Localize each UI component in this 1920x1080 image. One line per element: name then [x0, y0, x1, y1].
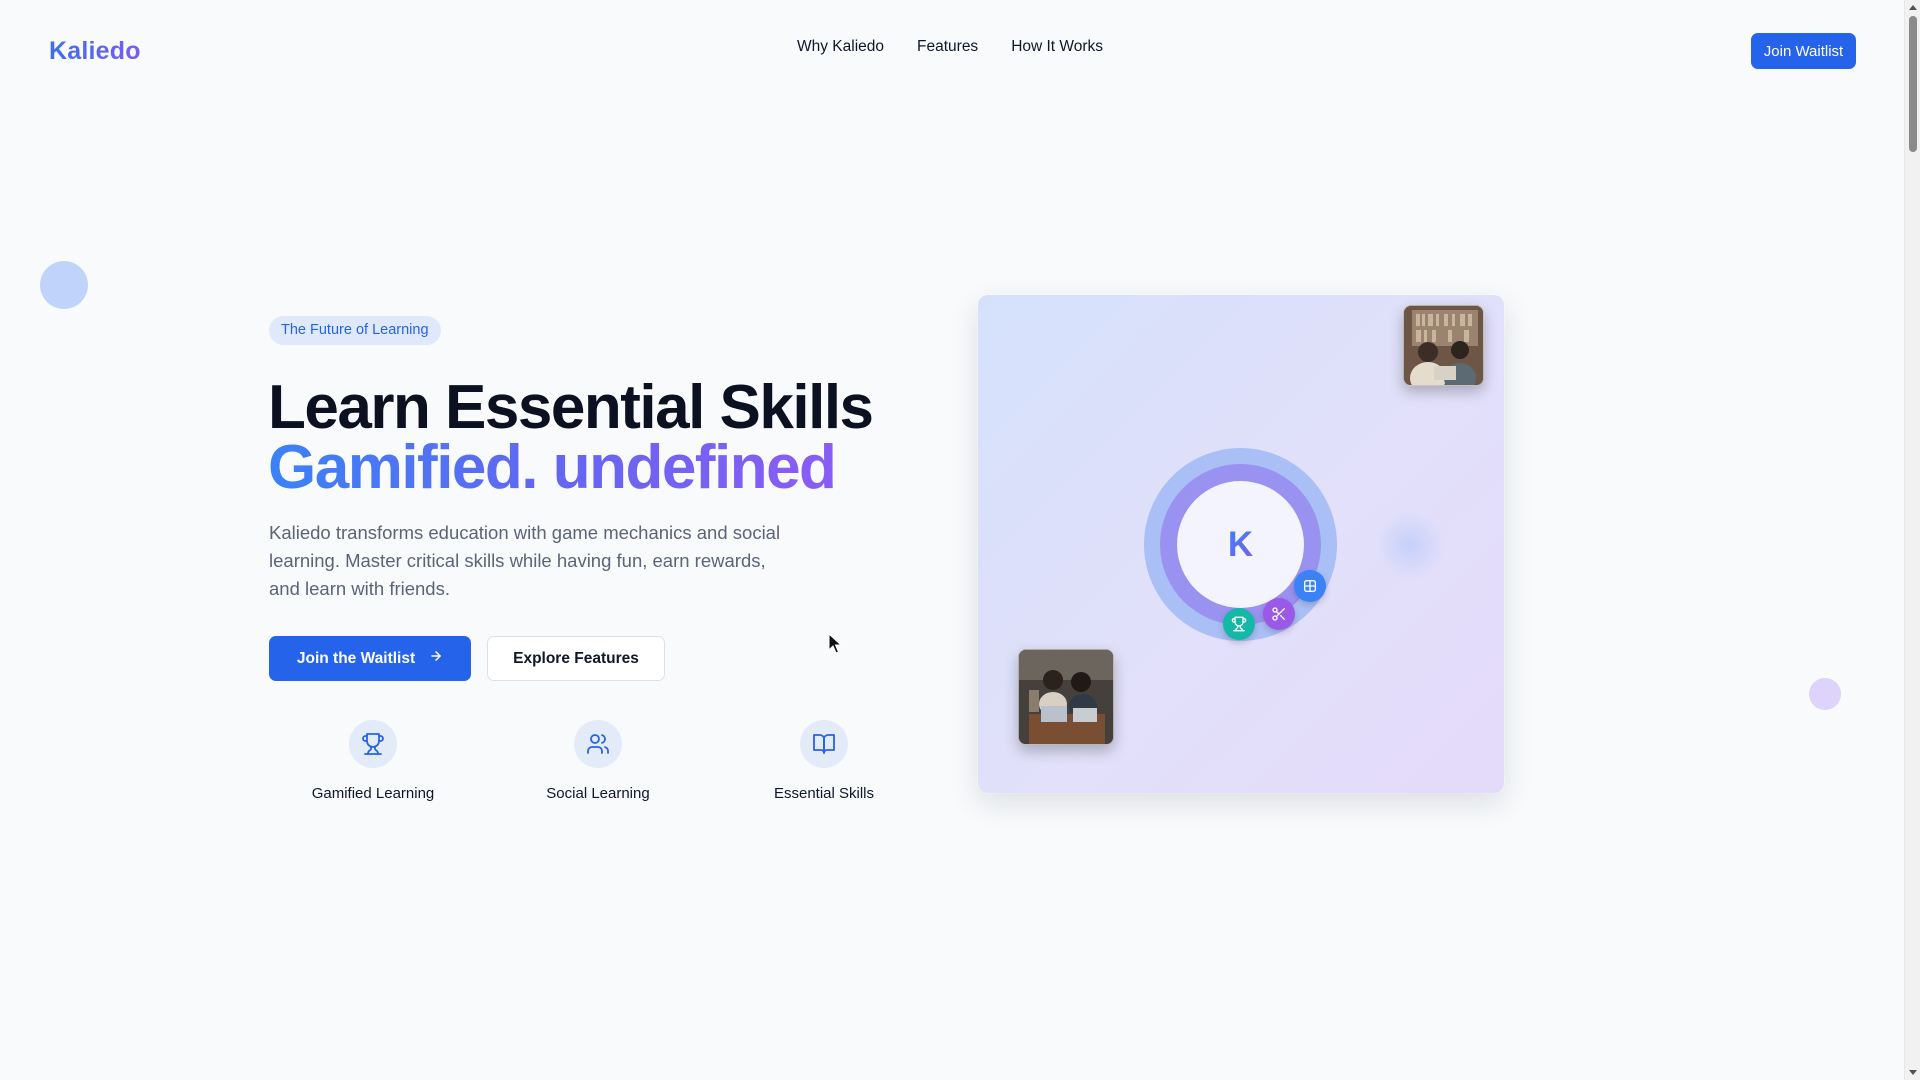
group-study-photo-image [1018, 649, 1114, 745]
hero-headline-gradient: Gamified. undefined [268, 433, 837, 502]
scrollbar-thumb[interactable] [1909, 16, 1917, 152]
mouse-cursor-icon [828, 632, 843, 660]
feature-label: Social Learning [546, 785, 650, 802]
feature-label: Essential Skills [773, 785, 875, 802]
arrow-right-icon [429, 649, 443, 668]
decorative-circle [40, 261, 88, 309]
page-scrollbar[interactable] [1904, 0, 1920, 1080]
brand-letter: K [1227, 524, 1254, 564]
book-open-icon [800, 720, 848, 768]
scroll-up-arrow-icon[interactable] [1909, 5, 1917, 10]
brand-emblem: K [1177, 481, 1304, 608]
main-nav: Why Kaliedo Features How It Works [797, 38, 1103, 56]
feature-social-learning: Social Learning [508, 720, 688, 802]
feature-gamified-learning: Gamified Learning [283, 720, 463, 802]
trophy-icon [1223, 608, 1255, 640]
feature-label: Gamified Learning [311, 785, 435, 802]
decorative-circle [1809, 678, 1841, 710]
nav-link-how-it-works[interactable]: How It Works [1011, 38, 1103, 56]
decorative-glow [1375, 510, 1445, 580]
nav-link-features[interactable]: Features [917, 38, 978, 56]
feature-essential-skills: Essential Skills [734, 720, 914, 802]
join-the-waitlist-label: Join the Waitlist [296, 649, 416, 667]
nav-link-why-kaliedo[interactable]: Why Kaliedo [797, 38, 884, 56]
scroll-down-arrow-icon[interactable] [1909, 1070, 1917, 1075]
join-waitlist-button[interactable]: Join Waitlist [1751, 33, 1856, 69]
logo[interactable]: Kaliedo [49, 37, 141, 66]
users-icon [574, 720, 622, 768]
hero-badge: The Future of Learning [269, 316, 441, 345]
hero-description: Kaliedo transforms education with game m… [269, 522, 781, 599]
join-the-waitlist-button[interactable]: Join the Waitlist [269, 636, 471, 681]
students-photo-image [1403, 305, 1484, 386]
puzzle-icon [1294, 570, 1326, 602]
share-icon [1263, 598, 1295, 630]
explore-features-button[interactable]: Explore Features [487, 636, 665, 681]
trophy-icon [349, 720, 397, 768]
